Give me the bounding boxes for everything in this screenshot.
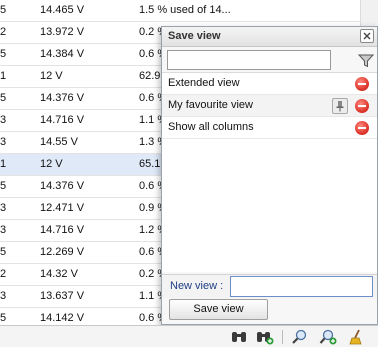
table-cell: 3 [0,136,7,148]
table-cell: 5 [0,48,7,60]
table-cell: 12 V [40,158,63,170]
table-cell: 12 V [40,70,63,82]
table-cell: 5 [0,312,7,324]
table-cell: 3 [0,202,7,214]
save-view-popup: Save view Extended view My favourite vie… [161,26,378,325]
view-label[interactable]: Extended view [168,77,240,89]
delete-view-button[interactable] [355,99,369,113]
table-cell: 14.376 V [40,180,85,192]
table-cell: 14.716 V [40,114,85,126]
table-cell: 3 [0,224,7,236]
table-cell: 5 [0,246,7,258]
table-cell: 3 [0,114,7,126]
table-cell: 13.972 V [40,26,85,38]
table-cell: 12.269 V [40,246,85,258]
close-icon [363,32,371,40]
binoculars-icon[interactable] [230,329,248,345]
delete-view-button[interactable] [355,77,369,91]
save-view-button[interactable]: Save view [169,299,268,320]
table-cell: 14.716 V [40,224,85,236]
new-view-input[interactable] [230,276,373,297]
table-cell: 13.637 V [40,290,85,302]
delete-view-button[interactable] [355,121,369,135]
filter-input[interactable] [167,50,331,70]
binoculars-add-icon[interactable] [256,329,274,345]
table-cell: 5 [0,4,7,16]
pin-button[interactable] [332,98,348,114]
table-cell: 5 [0,92,7,104]
new-view-label: New view : [170,280,224,292]
filter-icon[interactable] [358,54,374,68]
saved-views-list: Extended view My favourite view Show all… [162,72,377,272]
list-item[interactable]: Extended view [162,73,377,95]
table-cell: 14.384 V [40,48,85,60]
table-cell: 12.471 V [40,202,85,214]
table-cell: 14.55 V [40,136,78,148]
table-cell: 1.5 % used of 14... [139,4,231,16]
popup-title: Save view [168,30,221,42]
table-cell: 5 [0,180,7,192]
zoom-add-icon[interactable] [319,329,337,345]
table-row[interactable]: 5 14.465 V 1.5 % used of 14... [0,0,360,22]
table-cell: 1 [0,158,7,170]
toolbar-separator [282,330,283,344]
view-label[interactable]: Show all columns [168,121,254,133]
table-cell: 2 [0,26,7,38]
table-cell: 2 [0,268,7,280]
pin-icon [336,101,344,112]
table-cell: 14.376 V [40,92,85,104]
view-label[interactable]: My favourite view [168,99,253,111]
list-item[interactable]: My favourite view [162,95,377,117]
table-cell: 3 [0,290,7,302]
table-cell: 14.465 V [40,4,85,16]
close-button[interactable] [360,29,374,43]
table-cell: 14.32 V [40,268,78,280]
broom-icon[interactable] [348,329,366,345]
table-cell: 14.142 V [40,312,85,324]
bottom-toolbar [0,325,378,347]
zoom-icon[interactable] [291,329,309,345]
table-cell: 1 [0,70,7,82]
popup-titlebar: Save view [162,27,377,47]
list-item[interactable]: Show all columns [162,117,377,139]
new-view-row: New view : [162,274,377,298]
